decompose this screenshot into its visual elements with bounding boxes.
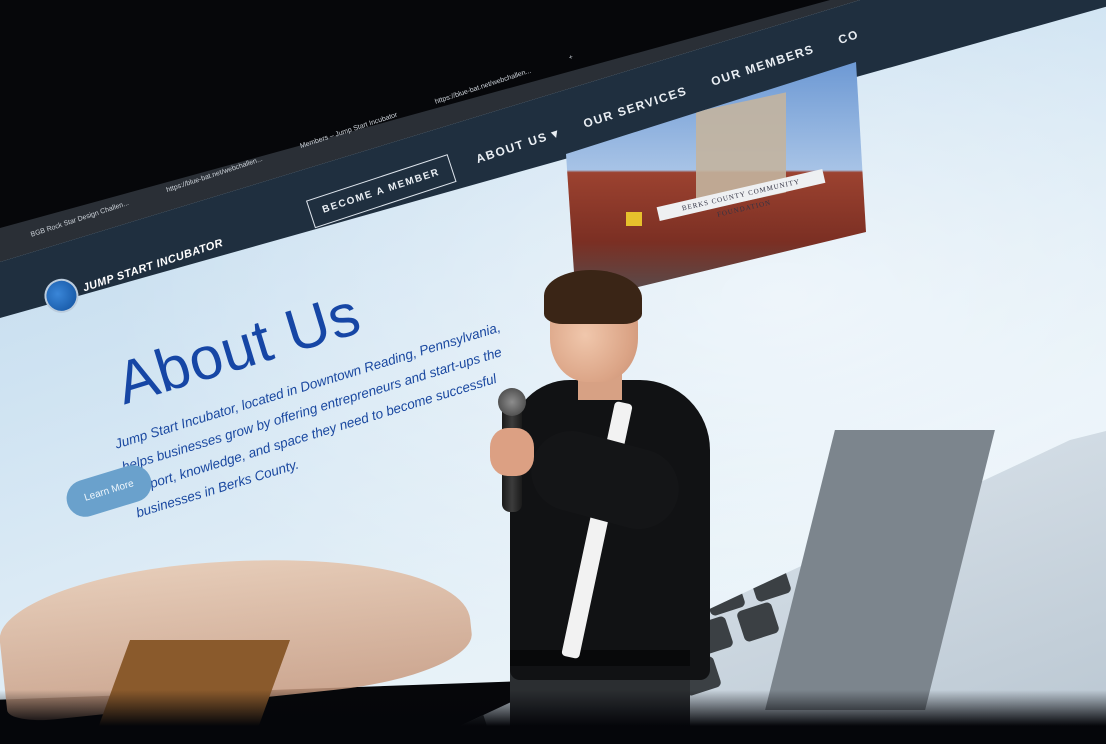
nav-contact[interactable]: CO bbox=[836, 27, 860, 47]
speaker-belt bbox=[510, 650, 690, 666]
microphone-head bbox=[498, 388, 526, 416]
speaker bbox=[470, 270, 730, 744]
speaker-hand bbox=[490, 428, 534, 476]
photo-stage: BGB Rock Star Design Challen... https://… bbox=[0, 0, 1106, 744]
building-logo bbox=[626, 212, 642, 226]
new-tab-button[interactable]: + bbox=[568, 54, 574, 62]
speaker-hair bbox=[544, 270, 642, 324]
stage-shadow bbox=[0, 690, 1106, 744]
key bbox=[735, 601, 781, 643]
